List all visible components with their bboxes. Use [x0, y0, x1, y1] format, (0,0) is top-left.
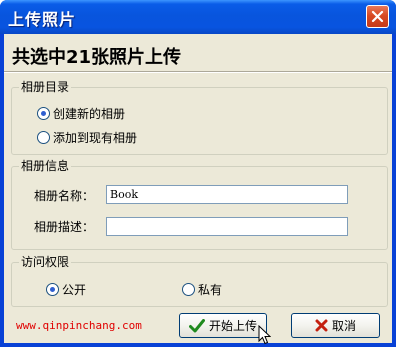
album-name-input[interactable] — [106, 185, 348, 204]
cancel-button[interactable]: 取消 — [291, 313, 380, 338]
close-button[interactable] — [366, 5, 389, 28]
selection-summary: 共选中21张照片上传 — [12, 47, 182, 68]
start-upload-button[interactable]: 开始上传 — [179, 313, 267, 338]
x-icon — [315, 319, 328, 332]
create-new-album-radio[interactable]: 创建新的相册 — [37, 105, 125, 122]
add-to-existing-album-radio[interactable]: 添加到现有相册 — [37, 129, 137, 146]
cancel-label: 取消 — [331, 319, 356, 333]
radio-checked-icon — [46, 283, 59, 296]
window-title: 上传照片 — [8, 10, 77, 29]
album-description-label: 相册描述： — [34, 220, 95, 234]
private-radio[interactable]: 私有 — [182, 281, 222, 298]
album-description-input[interactable] — [106, 217, 348, 236]
public-label: 公开 — [62, 283, 87, 297]
mouse-cursor-icon — [258, 325, 271, 345]
close-icon — [371, 10, 384, 23]
public-radio[interactable]: 公开 — [46, 281, 86, 298]
private-label: 私有 — [198, 283, 223, 297]
access-permission-group: 访问权限 公开 私有 — [11, 254, 388, 307]
title-bar[interactable]: 上传照片 — [0, 0, 396, 34]
album-name-label: 相册名称： — [34, 189, 95, 203]
dialog-body: 共选中21张照片上传 相册目录 创建新的相册 添加到现有相册 相册信息 相册名称… — [4, 34, 392, 343]
website-link[interactable]: www.qinpinchang.com — [16, 319, 142, 332]
album-directory-group: 相册目录 创建新的相册 添加到现有相册 — [11, 79, 388, 155]
radio-unchecked-icon — [37, 131, 50, 144]
radio-unchecked-icon — [182, 283, 195, 296]
access-permission-title: 访问权限 — [19, 254, 72, 270]
album-info-title: 相册信息 — [19, 158, 72, 174]
album-directory-title: 相册目录 — [19, 79, 72, 95]
start-upload-label: 开始上传 — [208, 319, 257, 333]
upload-photos-dialog: 上传照片 共选中21张照片上传 相册目录 创建新的相册 添加到现有相册 相册信息… — [0, 0, 396, 347]
create-new-album-label: 创建新的相册 — [53, 107, 126, 121]
header-separator — [4, 71, 392, 73]
radio-checked-icon — [37, 107, 50, 120]
album-info-group: 相册信息 相册名称： 相册描述： — [11, 158, 388, 250]
add-to-existing-album-label: 添加到现有相册 — [53, 131, 138, 145]
checkmark-icon — [188, 318, 205, 332]
